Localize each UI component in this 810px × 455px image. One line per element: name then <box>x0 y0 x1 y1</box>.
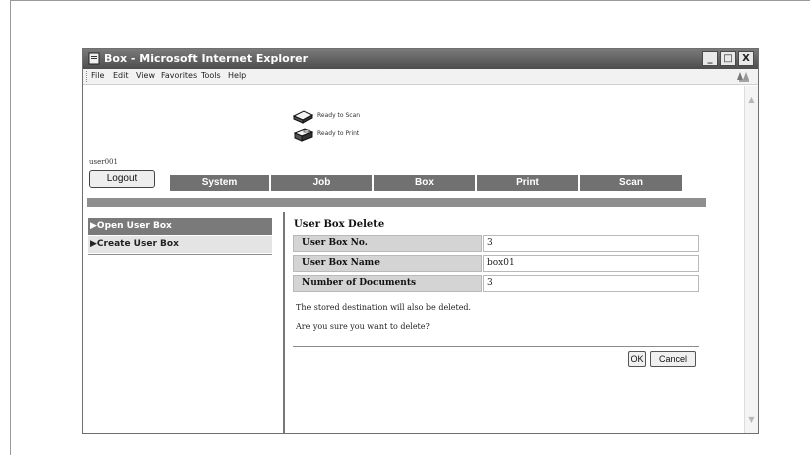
ie-page-icon <box>88 52 100 65</box>
ok-button[interactable]: OK <box>628 351 646 367</box>
printer-icon <box>293 128 314 142</box>
page-frame: Box - Microsoft Internet Explorer _ □ X … <box>10 0 810 455</box>
username: user001 <box>89 158 118 166</box>
windows-xp-logo <box>737 72 749 82</box>
delete-warning-message: The stored destination will also be dele… <box>296 303 472 312</box>
user-box-no-value: 3 <box>483 235 699 252</box>
window-title: Box - Microsoft Internet Explorer <box>104 52 309 65</box>
menu-file[interactable]: File <box>91 71 104 80</box>
page-content: Ready to Scan Ready to Print user001 Log… <box>83 86 744 433</box>
menu-bar: File Edit View Favorites Tools Help <box>83 69 758 85</box>
vertical-scrollbar[interactable]: ▲ ▼ <box>744 86 758 433</box>
table-row: User Box Name box01 <box>293 255 699 272</box>
user-box-name-label: User Box Name <box>293 255 482 272</box>
sidebar-item-open-user-box[interactable]: ▶Open User Box <box>88 218 272 235</box>
user-box-no-label: User Box No. <box>293 235 482 252</box>
tab-box[interactable]: Box <box>374 175 477 191</box>
action-divider <box>293 346 699 347</box>
user-box-name-value: box01 <box>483 255 699 272</box>
table-row: Number of Documents 3 <box>293 275 699 292</box>
tab-scan[interactable]: Scan <box>580 175 684 191</box>
menu-grip <box>86 71 88 82</box>
delete-confirmation-message: Are you sure you want to delete? <box>296 322 430 331</box>
close-button[interactable]: X <box>738 51 754 66</box>
tab-job[interactable]: Job <box>271 175 374 191</box>
browser-window: Box - Microsoft Internet Explorer _ □ X … <box>82 48 759 434</box>
number-of-documents-label: Number of Documents <box>293 275 482 292</box>
tab-print[interactable]: Print <box>477 175 580 191</box>
cancel-button[interactable]: Cancel <box>650 351 696 367</box>
scan-status-text: Ready to Scan <box>317 112 361 119</box>
logout-button[interactable]: Logout <box>89 170 155 188</box>
menu-help[interactable]: Help <box>228 71 246 80</box>
table-row: User Box No. 3 <box>293 235 699 252</box>
scroll-up-icon[interactable]: ▲ <box>747 96 756 104</box>
header-separator <box>87 198 706 207</box>
title-bar[interactable]: Box - Microsoft Internet Explorer _ □ X <box>83 49 758 69</box>
sidebar-divider <box>88 254 272 255</box>
content-divider <box>283 212 285 433</box>
scroll-down-icon[interactable]: ▼ <box>747 416 756 424</box>
print-status: Ready to Print <box>292 128 362 142</box>
menu-edit[interactable]: Edit <box>113 71 129 80</box>
number-of-documents-value: 3 <box>483 275 699 292</box>
menu-favorites[interactable]: Favorites <box>161 71 197 80</box>
maximize-button[interactable]: □ <box>720 51 736 66</box>
scan-status: Ready to Scan <box>292 110 362 124</box>
minimize-button[interactable]: _ <box>702 51 718 66</box>
menu-tools[interactable]: Tools <box>201 71 221 80</box>
print-status-text: Ready to Print <box>317 130 360 137</box>
tab-system[interactable]: System <box>170 175 271 191</box>
scanner-icon <box>292 110 314 124</box>
sidebar-item-create-user-box[interactable]: ▶Create User Box <box>88 236 272 253</box>
menu-view[interactable]: View <box>136 71 155 80</box>
page-title: User Box Delete <box>294 219 385 230</box>
